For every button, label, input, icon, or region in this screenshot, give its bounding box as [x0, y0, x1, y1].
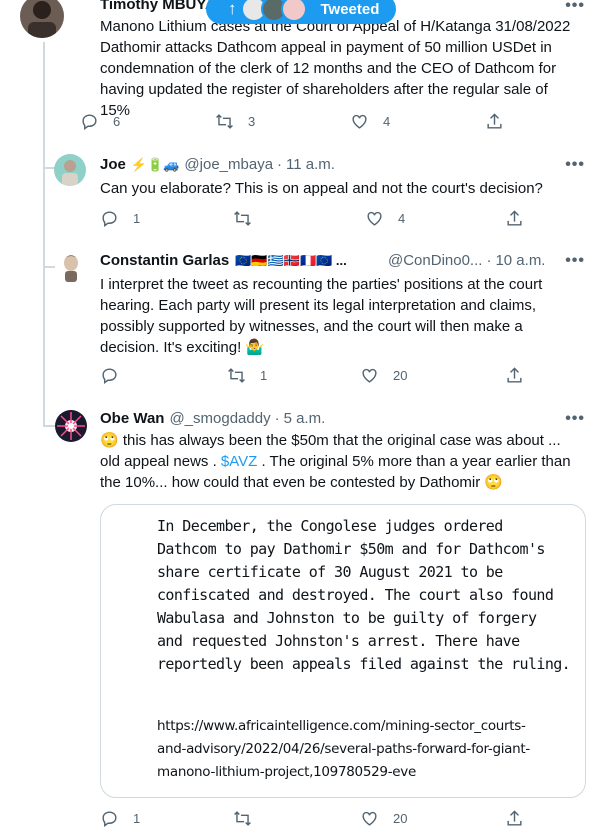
avatar[interactable]	[20, 0, 64, 38]
share-icon	[487, 113, 502, 129]
cashtag-link[interactable]: $AVZ	[221, 453, 257, 470]
tweeted-toast[interactable]: ↑ Tweeted	[206, 0, 396, 24]
reply-count: 1	[133, 211, 141, 226]
like-count: 20	[393, 368, 408, 383]
tweet-header: Obe Wan @_smogdaddy · 5 a.m.	[100, 410, 325, 427]
like-button[interactable]: 4	[350, 112, 390, 131]
avatar[interactable]	[55, 410, 87, 442]
retweet-icon	[234, 211, 251, 226]
tweet[interactable]: Joe ⚡🔋🚙 @joe_mbaya · 11 a.m. ••• Can you…	[0, 150, 607, 240]
tweet-text: I interpret the tweet as recounting the …	[100, 276, 543, 356]
author-handle[interactable]: @joe_mbaya	[184, 156, 273, 173]
like-count: 20	[393, 811, 408, 826]
like-count: 4	[398, 211, 406, 226]
retweet-icon	[228, 368, 245, 383]
reply-button[interactable]: 1	[100, 809, 140, 828]
reply-icon	[102, 211, 117, 228]
share-button[interactable]	[505, 209, 538, 228]
reply-button[interactable]	[100, 366, 133, 385]
name-emoji: ⚡🔋🚙	[130, 156, 180, 172]
retweet-count: 3	[248, 114, 256, 129]
heart-icon	[362, 811, 377, 826]
tweet-header: Joe ⚡🔋🚙 @joe_mbaya · 11 a.m.	[100, 156, 335, 173]
quote-card[interactable]: In December, the Congolese judges ordere…	[100, 504, 586, 798]
tweet-actions: 1 20	[100, 366, 522, 386]
avatar[interactable]	[58, 252, 84, 282]
quote-url[interactable]: https://www.africaintelligence.com/minin…	[157, 715, 577, 784]
heart-icon	[362, 368, 377, 383]
share-button[interactable]	[485, 112, 518, 131]
author-name[interactable]: Obe Wan	[100, 410, 164, 427]
share-icon	[507, 210, 522, 226]
separator: ·	[274, 410, 280, 427]
heart-icon	[352, 114, 367, 129]
avatar	[280, 0, 307, 22]
like-button[interactable]: 4	[365, 209, 405, 228]
quote-text: In December, the Congolese judges ordere…	[157, 517, 571, 673]
share-icon	[507, 367, 522, 383]
arrow-up-icon: ↑	[228, 0, 237, 18]
author-handle[interactable]: @_smogdaddy	[169, 410, 270, 427]
like-count: 4	[383, 114, 391, 129]
reply-count: 6	[113, 114, 121, 129]
tweet-meta: @ConDino0... · 10 a.m.	[388, 252, 545, 269]
retweet-icon	[234, 811, 251, 826]
heart-icon	[367, 211, 382, 226]
author-name[interactable]: Timothy MBUYA	[100, 0, 216, 13]
retweet-button[interactable]: 1	[227, 366, 267, 385]
separator: ·	[277, 156, 283, 173]
more-icon[interactable]: •••	[565, 410, 585, 428]
tweet[interactable]: Obe Wan @_smogdaddy · 5 a.m. ••• 🙄 this …	[0, 404, 607, 830]
retweet-icon	[216, 114, 233, 129]
toast-avatars	[240, 0, 307, 22]
reply-icon	[82, 114, 97, 131]
retweet-button[interactable]	[233, 209, 266, 228]
separator: ·	[486, 252, 492, 269]
share-button[interactable]	[505, 366, 538, 385]
reply-icon	[102, 811, 117, 828]
share-icon	[507, 810, 522, 826]
tweet-text: Can you elaborate? This is on appeal and…	[100, 180, 543, 197]
reply-count: 1	[133, 811, 141, 826]
timestamp[interactable]: 11 a.m.	[286, 156, 335, 173]
tweet[interactable]: Constantin Garlas 🇪🇺🇩🇪🇬🇷🇳🇴🇫🇷🇪🇺 ... @ConD…	[0, 246, 607, 396]
tweet-actions: 6 3 4	[82, 112, 520, 132]
timestamp[interactable]: 5 a.m.	[284, 410, 326, 427]
tweet-header: Constantin Garlas 🇪🇺🇩🇪🇬🇷🇳🇴🇫🇷🇪🇺 ...	[100, 252, 347, 269]
more-icon[interactable]: •••	[565, 0, 585, 15]
more-icon[interactable]: •••	[565, 252, 585, 270]
reply-icon	[102, 368, 117, 385]
author-name[interactable]: Joe	[100, 156, 126, 173]
like-button[interactable]: 20	[360, 809, 407, 828]
retweet-count: 1	[260, 368, 268, 383]
reply-button[interactable]: 1	[100, 209, 140, 228]
like-button[interactable]: 20	[360, 366, 407, 385]
reply-button[interactable]: 6	[80, 112, 120, 131]
timestamp[interactable]: 10 a.m.	[495, 252, 545, 269]
share-button[interactable]	[505, 809, 538, 828]
tweet-actions: 1 4	[100, 209, 522, 229]
name-flags: 🇪🇺🇩🇪🇬🇷🇳🇴🇫🇷🇪🇺 ...	[235, 252, 347, 268]
author-name[interactable]: Constantin Garlas	[100, 252, 229, 269]
toast-label: Tweeted	[320, 0, 380, 18]
tweet-actions: 1 20	[100, 809, 522, 829]
retweet-button[interactable]: 3	[215, 112, 255, 131]
tweet-text: Manono Lithium cases at the Court of App…	[100, 18, 571, 119]
retweet-button[interactable]	[233, 809, 266, 828]
author-handle[interactable]: @ConDino0...	[388, 252, 482, 269]
tweet-text: 🙄 this has always been the $50m that the…	[100, 430, 580, 493]
avatar[interactable]	[54, 154, 86, 186]
more-icon[interactable]: •••	[565, 156, 585, 174]
